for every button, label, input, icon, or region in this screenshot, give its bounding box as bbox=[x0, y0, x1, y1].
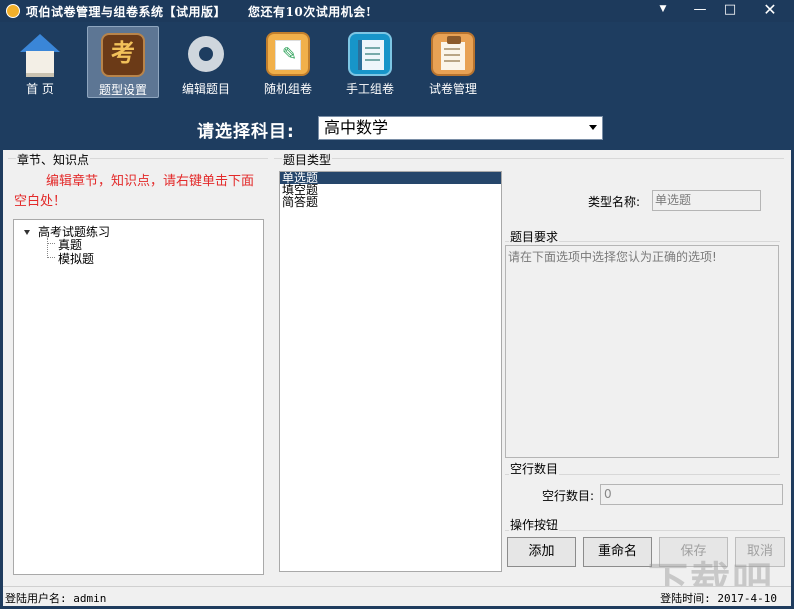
maximize-button[interactable]: □ bbox=[712, 0, 748, 20]
app-title: 项伯试卷管理与组卷系统【试用版】 bbox=[26, 5, 227, 19]
question-type-list[interactable]: 单选题 填空题 简答题 bbox=[279, 171, 502, 572]
login-time-status: 登陆时间: 2017-4-10 bbox=[660, 592, 777, 605]
toolbar-manual-paper-button[interactable]: 手工组卷 bbox=[334, 26, 406, 98]
toolbar-label: 编辑题目 bbox=[181, 82, 230, 96]
requirement-title: 题目要求 bbox=[509, 228, 560, 245]
actions-section-title: 操作按钮 bbox=[509, 516, 560, 533]
blank-count-label: 空行数目: bbox=[542, 489, 595, 503]
toolbar-edit-question-button[interactable]: 编辑题目 bbox=[170, 26, 242, 98]
title-bar: 项伯试卷管理与组卷系统【试用版】 您还有10次试用机会! ▼ — □ ✕ bbox=[0, 0, 794, 22]
subject-selected-value: 高中数学 bbox=[324, 118, 389, 137]
rename-button[interactable]: 重命名 bbox=[583, 537, 652, 567]
blank-section-title: 空行数目 bbox=[509, 460, 560, 477]
toolbar-label: 手工组卷 bbox=[345, 82, 394, 96]
toolbar-label: 首 页 bbox=[26, 82, 54, 96]
chapters-group-title: 章节、知识点 bbox=[16, 151, 91, 168]
toolbar-label: 随机组卷 bbox=[263, 82, 312, 96]
tree-connector bbox=[47, 243, 55, 244]
tree-connector bbox=[47, 257, 55, 258]
toolbar-label: 试卷管理 bbox=[428, 82, 477, 96]
collapse-triangle-icon[interactable] bbox=[24, 230, 30, 235]
subject-select[interactable]: 高中数学 bbox=[318, 116, 603, 140]
type-name-field[interactable]: 单选题 bbox=[652, 190, 761, 211]
chevron-down-icon[interactable] bbox=[589, 125, 597, 130]
tree-connector bbox=[47, 238, 48, 258]
requirement-textarea[interactable]: 请在下面选项中选择您认为正确的选项! bbox=[505, 245, 779, 458]
subject-label: 请选择科目: bbox=[197, 122, 295, 142]
toolbar-random-paper-button[interactable]: 随机组卷 bbox=[252, 26, 324, 98]
close-button[interactable]: ✕ bbox=[748, 0, 792, 20]
toolbar-home-button[interactable]: 首 页 bbox=[4, 26, 76, 98]
group-divider bbox=[274, 158, 784, 159]
toolbar-paper-manage-button[interactable]: 试卷管理 bbox=[417, 26, 489, 98]
app-icon bbox=[6, 4, 20, 18]
notebook-icon bbox=[348, 32, 392, 76]
clipboard-icon bbox=[431, 32, 475, 76]
main-toolbar: 首 页 考 题型设置 编辑题目 随机组卷 手工组卷 试卷管理 bbox=[0, 22, 794, 102]
question-types-group-title: 题目类型 bbox=[282, 151, 333, 168]
add-button[interactable]: 添加 bbox=[507, 537, 576, 567]
gear-icon bbox=[184, 32, 228, 76]
window-menu-button[interactable]: ▼ bbox=[647, 0, 679, 20]
type-name-label: 类型名称: bbox=[588, 195, 641, 209]
login-user-status: 登陆用户名: admin bbox=[5, 592, 107, 605]
trial-notice: 您还有10次试用机会! bbox=[248, 5, 372, 19]
blank-count-field[interactable]: 0 bbox=[600, 484, 783, 505]
kao-icon: 考 bbox=[101, 33, 145, 77]
tree-node-child[interactable]: 模拟题 bbox=[58, 250, 94, 267]
toolbar-label: 题型设置 bbox=[98, 83, 147, 97]
chapter-tree[interactable]: 高考试题练习 真题 模拟题 bbox=[13, 219, 264, 575]
toolbar-question-type-button[interactable]: 考 题型设置 bbox=[87, 26, 159, 98]
window-title: 项伯试卷管理与组卷系统【试用版】 您还有10次试用机会! bbox=[26, 3, 371, 20]
status-bar: 登陆用户名: admin 登陆时间: 2017-4-10 bbox=[3, 586, 791, 606]
paper-pen-icon bbox=[266, 32, 310, 76]
house-icon bbox=[18, 32, 62, 77]
chapters-hint: 编辑章节，知识点，请右键单击下面空白处！ bbox=[14, 174, 255, 209]
list-item[interactable]: 简答题 bbox=[280, 196, 501, 208]
